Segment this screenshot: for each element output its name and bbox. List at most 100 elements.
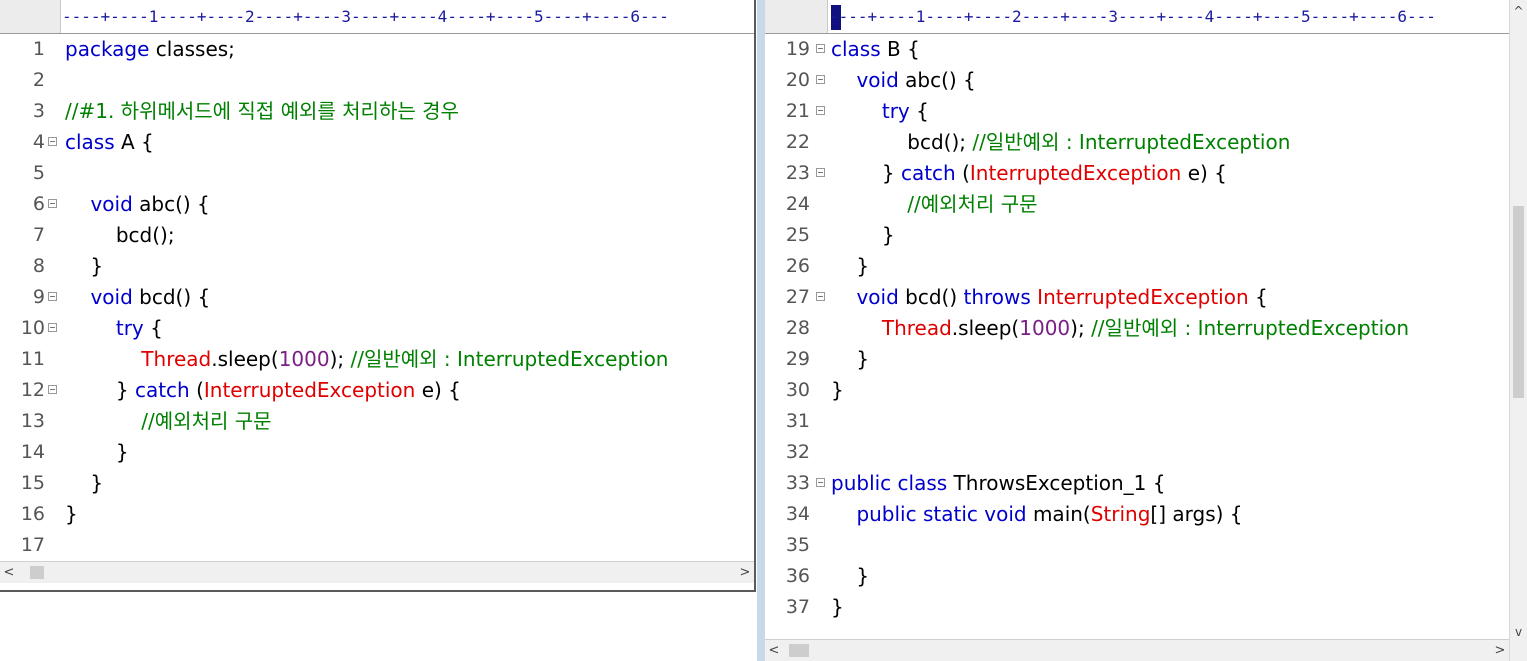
code-line[interactable]: 25 } (765, 220, 1509, 251)
code-line[interactable]: 31 (765, 406, 1509, 437)
code-line[interactable]: 12 } catch (InterruptedException e) { (0, 375, 754, 406)
token-keyword: void (984, 502, 1027, 526)
line-number: 28 (785, 317, 810, 339)
line-number: 21 (785, 100, 810, 122)
line-number: 17 (20, 534, 45, 556)
fold-toggle-icon[interactable] (48, 292, 57, 301)
fold-toggle-icon[interactable] (48, 199, 57, 208)
token-plain: abc() { (898, 68, 976, 92)
code-line[interactable]: 8 } (0, 251, 754, 282)
code-line[interactable]: 29 } (765, 344, 1509, 375)
line-number: 5 (32, 162, 45, 184)
scroll-right-button[interactable]: > (1491, 640, 1509, 661)
scroll-thumb[interactable] (30, 566, 44, 579)
code-line[interactable]: 35 (765, 530, 1509, 561)
code-line[interactable]: 11 Thread.sleep(1000); //일반예외 : Interrup… (0, 344, 754, 375)
token-plain: } (65, 378, 135, 402)
code-line[interactable]: 7 bcd(); (0, 220, 754, 251)
code-line[interactable]: 33 public class ThrowsException_1 { (765, 468, 1509, 499)
token-keyword: catch (900, 161, 956, 185)
code-line[interactable]: 34 public static void main(String[] args… (765, 499, 1509, 530)
scroll-thumb[interactable] (1513, 206, 1524, 398)
scroll-left-button[interactable]: < (765, 640, 783, 661)
code-line[interactable]: 2 (0, 65, 754, 96)
code-text: public static void main(String[] args) { (831, 499, 1242, 530)
left-editor-pane[interactable]: ----+----1----+----2----+----3----+----4… (0, 0, 756, 592)
token-type: InterruptedException (203, 378, 416, 402)
token-type: String (1090, 502, 1151, 526)
code-line[interactable]: 27 void bcd() throws InterruptedExceptio… (765, 282, 1509, 313)
horizontal-scrollbar[interactable]: < > (765, 639, 1509, 661)
token-keyword: throws (963, 285, 1031, 309)
fold-toggle-icon[interactable] (48, 137, 57, 146)
code-text: //예외처리 구문 (65, 406, 272, 437)
code-line[interactable]: 6 void abc() { (0, 189, 754, 220)
vertical-scrollbar[interactable]: ^ v (1509, 0, 1527, 661)
code-line[interactable]: 26 } (765, 251, 1509, 282)
code-line[interactable]: 24 //예외처리 구문 (765, 189, 1509, 220)
code-line[interactable]: 13 //예외처리 구문 (0, 406, 754, 437)
scroll-up-button[interactable]: ^ (1510, 2, 1527, 20)
fold-toggle-icon[interactable] (48, 385, 57, 394)
token-comment: //예외처리 구문 (141, 409, 272, 433)
code-line[interactable]: 17 (0, 530, 754, 561)
code-editor[interactable]: 1 package classes; 2 3 //#1. 하위메서드에 직접 예외를 처… (0, 34, 754, 561)
column-ruler: ----+----1----+----2----+----3----+----4… (765, 0, 1509, 34)
scroll-thumb[interactable] (789, 644, 809, 657)
right-editor-pane[interactable]: ----+----1----+----2----+----3----+----4… (757, 0, 1527, 661)
scroll-right-button[interactable]: > (736, 562, 754, 583)
line-number: 2 (32, 69, 45, 91)
code-line[interactable]: 36 } (765, 561, 1509, 592)
fold-toggle-icon[interactable] (48, 323, 57, 332)
code-line[interactable]: 1 package classes; (0, 34, 754, 65)
token-plain: classes; (149, 37, 235, 61)
code-text: Thread.sleep(1000); //일반예외 : Interrupted… (831, 313, 1409, 344)
line-number: 16 (20, 503, 45, 525)
line-number: 8 (32, 255, 45, 277)
token-keyword: class (831, 37, 881, 61)
token-plain: } (831, 223, 895, 247)
line-number: 12 (20, 379, 45, 401)
code-line[interactable]: 9 void bcd() { (0, 282, 754, 313)
code-line[interactable]: 14 } (0, 437, 754, 468)
token-keyword: void (856, 68, 899, 92)
code-line[interactable]: 3 //#1. 하위메서드에 직접 예외를 처리하는 경우 (0, 96, 754, 127)
fold-toggle-icon[interactable] (816, 478, 825, 487)
code-line[interactable]: 22 bcd(); //일반예외 : InterruptedException (765, 127, 1509, 158)
scroll-left-button[interactable]: < (0, 562, 18, 583)
horizontal-scrollbar[interactable]: < > (0, 561, 754, 583)
token-keyword: public (856, 502, 917, 526)
fold-toggle-icon[interactable] (816, 168, 825, 177)
code-text: try { (831, 96, 929, 127)
line-number: 15 (20, 472, 45, 494)
fold-toggle-icon[interactable] (816, 75, 825, 84)
code-line[interactable]: 21 try { (765, 96, 1509, 127)
fold-toggle-icon[interactable] (816, 106, 825, 115)
token-plain: ThrowsException_1 { (947, 471, 1166, 495)
code-line[interactable]: 5 (0, 158, 754, 189)
line-number: 19 (785, 38, 810, 60)
token-plain: e) { (1181, 161, 1227, 185)
code-line[interactable]: 30} (765, 375, 1509, 406)
code-line[interactable]: 16} (0, 499, 754, 530)
line-number: 7 (32, 224, 45, 246)
line-number: 25 (785, 224, 810, 246)
line-number: 3 (32, 100, 45, 122)
code-text: bcd(); //일반예외 : InterruptedException (831, 127, 1290, 158)
code-line[interactable]: 23 } catch (InterruptedException e) { (765, 158, 1509, 189)
code-line[interactable]: 10 try { (0, 313, 754, 344)
code-line[interactable]: 15 } (0, 468, 754, 499)
code-line[interactable]: 32 (765, 437, 1509, 468)
scroll-down-button[interactable]: v (1510, 623, 1527, 641)
code-line[interactable]: 4 class A { (0, 127, 754, 158)
code-editor[interactable]: 19 class B {20 void abc() {21 try {22 bcd… (765, 34, 1509, 623)
code-line[interactable]: 37} (765, 592, 1509, 623)
code-line[interactable]: 28 Thread.sleep(1000); //일반예외 : Interrup… (765, 313, 1509, 344)
fold-toggle-icon[interactable] (816, 44, 825, 53)
fold-toggle-icon[interactable] (816, 292, 825, 301)
code-line[interactable]: 19 class B { (765, 34, 1509, 65)
code-line[interactable]: 20 void abc() { (765, 65, 1509, 96)
